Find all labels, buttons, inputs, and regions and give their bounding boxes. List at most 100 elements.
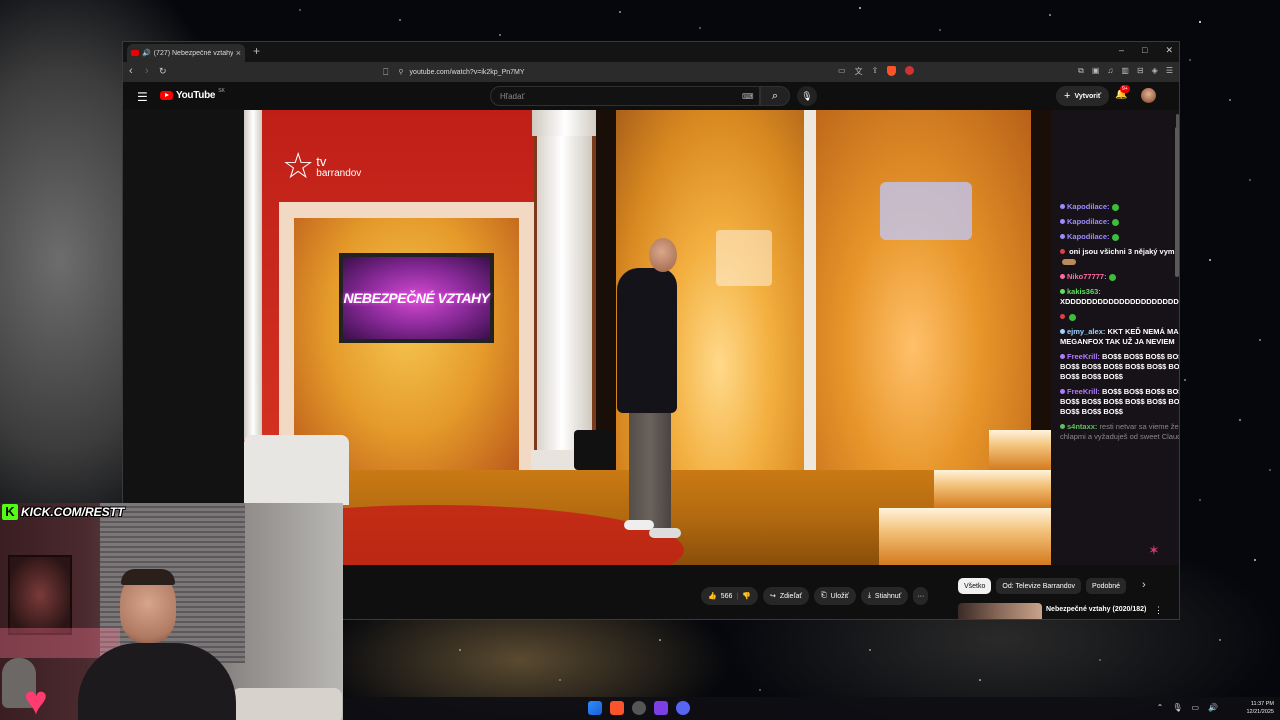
tab-youtube[interactable]: 🔊 (727) Nebezpečné vztahy (20 × bbox=[127, 44, 245, 62]
user-badge-icon bbox=[1060, 204, 1065, 209]
chat-message: FreeKrill: BO$$ BO$$ BO$$ BO$$ BO$$ BO$$… bbox=[1060, 352, 1179, 382]
reload-icon[interactable]: ↻ bbox=[159, 66, 167, 77]
chair bbox=[232, 688, 342, 720]
search-button[interactable]: ⌕ bbox=[760, 86, 790, 106]
barrandov-star-icon: ☆ bbox=[282, 145, 315, 186]
notifications-button[interactable]: 🔔 9+ bbox=[1115, 85, 1130, 100]
user-badge-icon bbox=[1060, 274, 1065, 279]
address-bar[interactable]: ⎕ ⚲ youtube.com/watch?v=ik2kp_Pn7MY bbox=[383, 65, 913, 79]
chat-username[interactable]: FreeKrill: bbox=[1067, 352, 1100, 361]
recommended-video[interactable]: Nebezpečné vztahy (2020/182) ⋮ bbox=[958, 603, 1168, 619]
share-button[interactable]: ↪ Zdieľať bbox=[762, 587, 810, 605]
monitor-icon[interactable]: ▭ bbox=[1191, 703, 1199, 712]
cast-icon[interactable]: ▭ bbox=[838, 66, 846, 77]
create-button[interactable]: + Vytvoriť bbox=[1056, 86, 1110, 106]
kick-url: KICK.COM/RESTT bbox=[21, 505, 125, 519]
thumbs-down-icon[interactable]: 👎 bbox=[742, 592, 751, 600]
new-tab-button[interactable]: + bbox=[253, 44, 260, 58]
volume-icon[interactable]: 🔊 bbox=[1208, 703, 1218, 712]
translate-icon[interactable]: 文 bbox=[855, 66, 863, 77]
keyboard-icon[interactable]: ⌨ bbox=[742, 92, 754, 101]
chat-username[interactable]: ejmy_alex: bbox=[1067, 327, 1105, 336]
like-count: 566 bbox=[720, 592, 733, 600]
youtube-wordmark: YouTube bbox=[176, 90, 216, 101]
extension-icon[interactable]: ⧉ bbox=[1078, 66, 1084, 76]
chip-all[interactable]: Všetko bbox=[958, 578, 992, 594]
close-window-button[interactable]: ✕ bbox=[1165, 45, 1173, 56]
search-icon: ⌕ bbox=[771, 90, 779, 102]
vpn-icon[interactable]: ◈ bbox=[1152, 66, 1158, 76]
youtube-logo[interactable]: YouTube SK bbox=[160, 87, 225, 101]
menu-icon[interactable]: ☰ bbox=[1166, 66, 1173, 76]
chat-username[interactable]: Kapodilace: bbox=[1067, 202, 1110, 211]
nav-bar: ‹ › ↻ ⎕ ⚲ youtube.com/watch?v=ik2kp_Pn7M… bbox=[123, 62, 1179, 82]
clock-time: 11:37 PM bbox=[1250, 701, 1274, 707]
sidebar-icon[interactable]: ▥ bbox=[1121, 66, 1129, 76]
start-button-icon[interactable] bbox=[588, 701, 602, 715]
bookmark-icon[interactable]: ⎕ bbox=[383, 67, 388, 78]
avatar[interactable] bbox=[1141, 88, 1156, 103]
user-badge-icon bbox=[1060, 219, 1065, 224]
save-button[interactable]: ⎗ Uložiť bbox=[814, 587, 856, 605]
mic-tray-icon[interactable]: 🎙 bbox=[1172, 703, 1182, 712]
speaker-icon[interactable]: 🔊 bbox=[142, 49, 151, 57]
chevron-right-icon[interactable]: › bbox=[1142, 579, 1146, 591]
page-scrollbar[interactable] bbox=[1175, 127, 1179, 277]
chat-username[interactable]: Kapodilace: bbox=[1067, 232, 1110, 241]
chat-username[interactable]: kakis363: bbox=[1067, 287, 1101, 296]
chat-message: Kapodilace: bbox=[1060, 217, 1179, 227]
site-info-icon[interactable]: ⚲ bbox=[398, 68, 403, 76]
studio-stairs bbox=[879, 430, 1051, 565]
forward-icon[interactable]: › bbox=[145, 65, 149, 77]
brave-shield-icon[interactable] bbox=[887, 66, 897, 76]
chat-username[interactable]: Niko77777: bbox=[1067, 272, 1107, 281]
back-icon[interactable]: ‹ bbox=[129, 65, 133, 77]
download-icon: ⤓ bbox=[867, 592, 871, 599]
download-button[interactable]: ⤓ Stiahnuť bbox=[860, 587, 909, 605]
url-text: youtube.com/watch?v=ik2kp_Pn7MY bbox=[409, 68, 525, 76]
wallet-icon[interactable]: ▣ bbox=[1092, 66, 1100, 76]
recommended-thumbnail[interactable] bbox=[958, 603, 1042, 619]
discord-app-icon[interactable] bbox=[676, 701, 690, 715]
brave-app-icon[interactable] bbox=[610, 701, 624, 715]
obs-app-icon[interactable] bbox=[632, 701, 646, 715]
chat-username[interactable]: Kapodilace: bbox=[1067, 217, 1110, 226]
chat-username[interactable]: s4ntaxx: bbox=[1067, 422, 1097, 431]
studio-tv-screen: NEBEZPEČNÉ VZTAHY bbox=[339, 253, 494, 343]
recommended-title[interactable]: Nebezpečné vztahy (2020/182) bbox=[1046, 606, 1146, 613]
media-icon[interactable]: ♫ bbox=[1107, 66, 1113, 76]
chat-text: oni jsou všichni 3 nějaký vymrdaný kouka… bbox=[1069, 247, 1179, 256]
app-icon[interactable] bbox=[654, 701, 668, 715]
share-icon[interactable]: ⇪ bbox=[872, 66, 879, 77]
taskbar-clock[interactable]: 11:37 PM 12/21/2025 bbox=[1246, 700, 1274, 716]
region-code: SK bbox=[218, 87, 225, 94]
speech-bubble-decoration bbox=[716, 230, 772, 286]
like-button[interactable]: 👍 566 | 👎 bbox=[701, 587, 758, 605]
close-tab-icon[interactable]: × bbox=[236, 48, 241, 58]
hamburger-menu-icon[interactable]: ☰ bbox=[137, 90, 148, 104]
video-player[interactable]: NEBEZPEČNÉ VZTAHY ☆ tv barrandov bbox=[244, 110, 1051, 565]
kebab-menu-icon[interactable]: ⋮ bbox=[1154, 605, 1163, 616]
chat-message: Kapodilace: bbox=[1060, 232, 1179, 242]
more-actions-button[interactable]: ··· bbox=[913, 587, 929, 605]
studio-pillar bbox=[537, 110, 592, 475]
watermark-tv: tv bbox=[316, 154, 327, 169]
host-shoe bbox=[649, 528, 681, 538]
chevron-up-icon[interactable]: ⌃ bbox=[1157, 703, 1164, 712]
emote-icon bbox=[1062, 259, 1076, 266]
brave-rewards-icon[interactable] bbox=[905, 66, 915, 75]
chat-message: ejmy_alex: KKT KEĎ NEMÁ MAMU MEGANFOX TA… bbox=[1060, 327, 1179, 347]
minimize-button[interactable]: – bbox=[1119, 45, 1124, 56]
studio-left-pillar bbox=[244, 110, 262, 440]
studio-tv-screen-inner: NEBEZPEČNÉ VZTAHY bbox=[343, 257, 490, 339]
system-tray: ⌃ 🎙 ▭ 🔊 bbox=[1157, 703, 1218, 712]
search-input[interactable]: Hľadať bbox=[490, 86, 760, 106]
chip-related[interactable]: Podobné bbox=[1086, 578, 1127, 594]
maximize-button[interactable]: □ bbox=[1142, 45, 1147, 56]
chip-from-channel[interactable]: Od: Televize Barrandov bbox=[996, 578, 1082, 594]
tab-search-icon[interactable]: ⊟ bbox=[1137, 66, 1144, 76]
emote-icon bbox=[1108, 273, 1116, 281]
chat-username[interactable]: FreeKrill: bbox=[1067, 387, 1100, 396]
voice-search-button[interactable]: 🎙 bbox=[797, 86, 817, 106]
studio-pillar-cap bbox=[532, 110, 598, 136]
